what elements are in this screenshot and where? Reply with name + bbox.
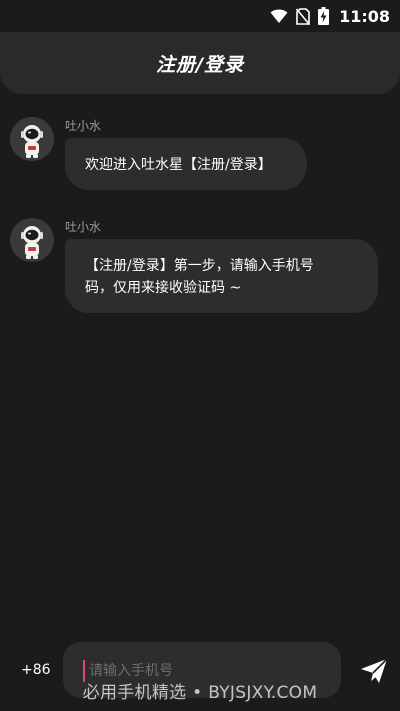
chat-message: 吐小水 欢迎进入吐水星【注册/登录】 xyxy=(10,117,390,197)
astronaut-avatar[interactable] xyxy=(10,117,54,161)
clock: 11:08 xyxy=(339,6,390,26)
page-title: 注册/登录 xyxy=(156,53,244,76)
header: 注册/登录 xyxy=(0,32,400,94)
message-text: 欢迎进入吐水星【注册/登录】 xyxy=(85,157,272,173)
country-code-selector[interactable]: +86 xyxy=(21,662,51,678)
chat-message: 吐小水 【注册/登录】第一步，请输入手机号 码，仅用来接收验证码 ~ xyxy=(10,218,390,313)
message-text-line: 【注册/登录】第一步，请输入手机号 xyxy=(85,258,314,274)
no-sim-icon xyxy=(296,7,311,25)
wifi-icon xyxy=(270,9,288,23)
message-text-line: 码，仅用来接收验证码 ~ xyxy=(85,280,242,296)
sender-name: 吐小水 xyxy=(65,119,102,133)
screen: 11:08 注册/登录 吐小水 欢迎进入吐水星【注册/登录】 吐小水 【注册/登… xyxy=(0,0,400,711)
status-bar: 11:08 xyxy=(0,0,400,32)
battery-charging-icon xyxy=(318,7,330,25)
watermark: 必用手机精选 • BYJSJXY.COM xyxy=(82,683,318,703)
astronaut-avatar[interactable] xyxy=(10,218,54,262)
message-bubble: 欢迎进入吐水星【注册/登录】 xyxy=(65,138,307,190)
sender-name: 吐小水 xyxy=(65,220,102,234)
message-bubble: 【注册/登录】第一步，请输入手机号 码，仅用来接收验证码 ~ xyxy=(65,239,378,313)
